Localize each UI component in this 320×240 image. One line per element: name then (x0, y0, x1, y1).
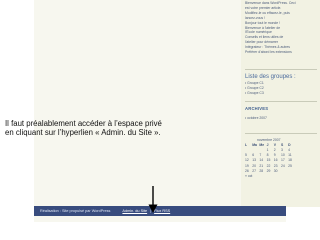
pointer-arrow-icon (148, 186, 158, 213)
caption-line: Il faut préalablement accéder à l’espace… (5, 119, 162, 128)
calendar-day: 28 (259, 169, 264, 174)
caption-line: en cliquant sur l’hyperlien « Admin. du … (5, 128, 161, 138)
blog-screenshot: Bienvenue dans WordPress. Ceci est votre… (34, 0, 320, 222)
slide-caption: Il faut préalablement accéder à l’espace… (5, 119, 210, 138)
footer-credit: Réalisation : Site propulsé par WordPres… (40, 209, 111, 213)
sidebar-column: Bienvenue dans WordPress. Ceci est votre… (245, 1, 319, 179)
calendar-day (288, 169, 295, 174)
calendar-day: 30 (273, 169, 278, 174)
blog-sidebar: Bienvenue dans WordPress. Ceci est votre… (241, 0, 320, 207)
calendar-day (281, 169, 288, 174)
calendar: novembre 2007 L Ma Me J V S D 1 2 3 4 5 … (245, 138, 319, 180)
divider (245, 68, 317, 70)
slide: Bienvenue dans WordPress. Ceci est votre… (0, 0, 320, 240)
archives-title: ARCHIVES (245, 105, 269, 111)
divider (245, 132, 317, 134)
calendar-day: 27 (252, 169, 256, 174)
blog-footer: Réalisation : Site propulsé par WordPres… (34, 206, 286, 216)
groups-title: Liste des groupes : (245, 73, 296, 80)
calendar-day: 29 (266, 169, 271, 174)
divider (245, 100, 317, 102)
admin-site-link[interactable]: Admin. du Site (122, 209, 147, 213)
archive-link[interactable]: octobre 2007 (245, 116, 319, 121)
recent-post-link[interactable]: Préférer d'abord les extensions (245, 50, 319, 55)
group-link[interactable]: Groupe C3 (245, 91, 319, 96)
calendar-prev-link[interactable]: « oct (245, 174, 319, 179)
